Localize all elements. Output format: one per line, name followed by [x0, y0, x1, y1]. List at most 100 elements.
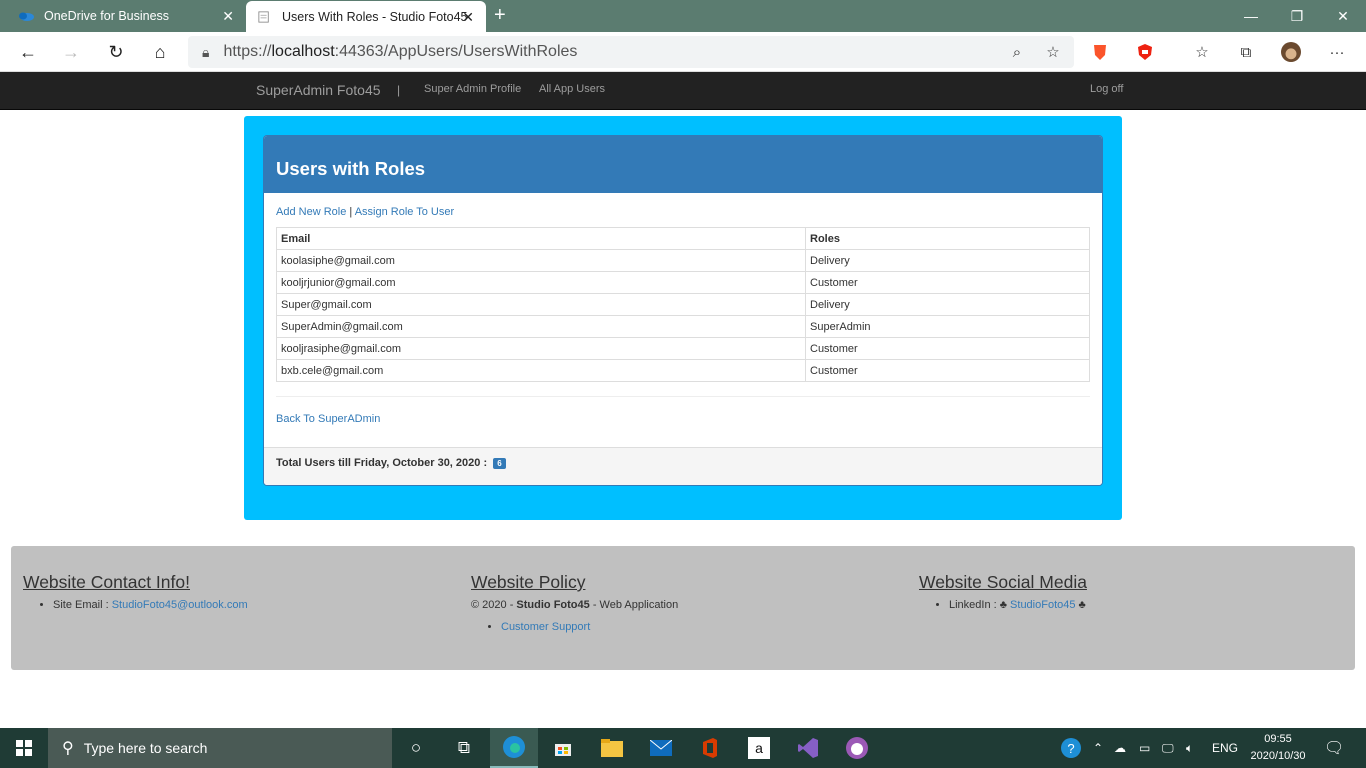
- cell-role: SuperAdmin: [805, 315, 1090, 338]
- table-row: Super@gmail.com Delivery: [276, 293, 1090, 316]
- back-arrow-icon[interactable]: ←: [16, 40, 40, 64]
- favorite-star-icon[interactable]: ☆: [1043, 42, 1063, 62]
- column-header-email: Email: [276, 227, 806, 250]
- panel-title: Users with Roles: [264, 136, 1102, 193]
- nav-super-admin-profile[interactable]: Super Admin Profile: [424, 83, 521, 95]
- cell-role: Customer: [805, 359, 1090, 382]
- content-container: Users with Roles Add New Role | Assign R…: [244, 116, 1122, 520]
- favorites-list-icon[interactable]: ☆: [1192, 42, 1212, 62]
- browser-title-bar: OneDrive for Business ✕ Users With Roles…: [0, 0, 1366, 33]
- divider: [276, 396, 1090, 397]
- table-row: bxb.cele@gmail.com Customer: [276, 359, 1090, 382]
- search-icon: ⚲: [62, 740, 74, 757]
- lock-icon: 🔒︎: [202, 43, 210, 60]
- github-desktop-icon[interactable]: [833, 728, 881, 768]
- table-row: SuperAdmin@gmail.com SuperAdmin: [276, 315, 1090, 338]
- amazon-icon[interactable]: a: [735, 728, 783, 768]
- refresh-icon[interactable]: ↻: [104, 40, 128, 64]
- nav-all-app-users[interactable]: All App Users: [539, 83, 605, 95]
- cell-email: kooljrasiphe@gmail.com: [276, 337, 806, 360]
- collections-icon[interactable]: ⧉: [1236, 42, 1256, 62]
- contact-heading: Website Contact Info!: [23, 572, 190, 592]
- adblock-shield-icon[interactable]: [1135, 42, 1155, 62]
- url-text: https://localhost:44363/AppUsers/UsersWi…: [223, 43, 578, 60]
- cell-role: Customer: [805, 337, 1090, 360]
- assign-role-link[interactable]: Assign Role To User: [355, 206, 454, 218]
- network-icon[interactable]: 🖵︎: [1162, 728, 1174, 768]
- copyright-text: © 2020 - Studio Foto45 - Web Application: [471, 599, 679, 611]
- site-footer: Website Contact Info! Site Email : Studi…: [11, 546, 1355, 670]
- logoff-link[interactable]: Log off: [1090, 83, 1123, 95]
- app-navbar: SuperAdmin Foto45 | Super Admin Profile …: [0, 72, 1366, 110]
- language-indicator[interactable]: ENG: [1212, 728, 1238, 768]
- table-row: kooljrjunior@gmail.com Customer: [276, 271, 1090, 294]
- new-tab-button[interactable]: +: [494, 4, 506, 27]
- forward-arrow-icon[interactable]: →: [59, 40, 83, 64]
- windows-taskbar: ⚲ Type here to search ○ ⧉ a ? ⌃ ☁ ▭ 🖵︎ 🔈…: [0, 728, 1366, 768]
- mail-icon[interactable]: [637, 728, 685, 768]
- cell-email: SuperAdmin@gmail.com: [276, 315, 806, 338]
- add-new-role-link[interactable]: Add New Role: [276, 206, 346, 218]
- visual-studio-icon[interactable]: [784, 728, 832, 768]
- close-tab-icon[interactable]: ✕: [222, 8, 234, 25]
- restore-icon[interactable]: ❐: [1274, 0, 1320, 32]
- svg-text:a: a: [755, 740, 763, 756]
- email-link[interactable]: StudioFoto45@outlook.com: [112, 599, 248, 611]
- customer-support-link[interactable]: Customer Support: [501, 621, 590, 633]
- table-row: kooljrasiphe@gmail.com Customer: [276, 337, 1090, 360]
- taskbar-search-box[interactable]: ⚲ Type here to search: [48, 728, 392, 768]
- footer-policy: Website Policy © 2020 - Studio Foto45 - …: [471, 572, 678, 643]
- office-icon[interactable]: [686, 728, 734, 768]
- url-field[interactable]: 🔒︎ https://localhost:44363/AppUsers/User…: [188, 36, 1074, 68]
- chevron-up-icon[interactable]: ⌃: [1093, 728, 1103, 768]
- club-icon: ♣: [999, 599, 1007, 611]
- battery-icon[interactable]: ▭: [1139, 728, 1150, 768]
- tab-title: Users With Roles - Studio Foto45: [282, 10, 468, 24]
- cell-email: Super@gmail.com: [276, 293, 806, 316]
- linkedin-item: LinkedIn : ♣ StudioFoto45 ♣: [949, 599, 1087, 611]
- minimize-icon[interactable]: —: [1228, 0, 1274, 32]
- close-window-icon[interactable]: ✕: [1320, 0, 1366, 32]
- system-clock[interactable]: 09:55 2020/10/30: [1246, 731, 1310, 765]
- linkedin-link[interactable]: StudioFoto45: [1010, 599, 1075, 611]
- total-users-text: Total Users till Friday, October 30, 202…: [276, 457, 488, 469]
- home-icon[interactable]: ⌂: [148, 40, 172, 64]
- notifications-icon[interactable]: 🗨︎: [1324, 728, 1344, 768]
- panel-actions: Add New Role | Assign Role To User: [276, 206, 1090, 218]
- profile-avatar[interactable]: [1281, 42, 1301, 62]
- back-to-superadmin-link[interactable]: Back To SuperADmin: [276, 413, 380, 425]
- user-count-badge: 6: [493, 457, 506, 469]
- cell-email: kooljrjunior@gmail.com: [276, 271, 806, 294]
- volume-icon[interactable]: 🔈︎: [1186, 728, 1193, 768]
- edge-browser-icon[interactable]: [490, 728, 538, 768]
- cell-email: bxb.cele@gmail.com: [276, 359, 806, 382]
- club-icon: ♣: [1078, 599, 1086, 611]
- cell-email: koolasiphe@gmail.com: [276, 249, 806, 272]
- store-icon[interactable]: [539, 728, 587, 768]
- close-tab-icon[interactable]: ✕: [462, 9, 474, 26]
- onedrive-tray-icon[interactable]: ☁: [1114, 728, 1126, 768]
- onedrive-cloud-icon: [19, 12, 34, 21]
- brand-link[interactable]: SuperAdmin Foto45: [256, 82, 381, 98]
- file-explorer-icon[interactable]: [588, 728, 636, 768]
- help-icon[interactable]: ?: [1060, 728, 1082, 768]
- panel-body: Add New Role | Assign Role To User Email…: [276, 206, 1090, 425]
- svg-text:?: ?: [1067, 741, 1074, 756]
- users-table: Email Roles koolasiphe@gmail.com Delivery…: [276, 227, 1090, 382]
- cell-role: Customer: [805, 271, 1090, 294]
- clock-date: 2020/10/30: [1250, 750, 1306, 762]
- social-heading: Website Social Media: [919, 572, 1087, 592]
- table-header-row: Email Roles: [276, 227, 1090, 250]
- more-options-icon[interactable]: ···: [1327, 42, 1347, 62]
- tab-users-with-roles[interactable]: Users With Roles - Studio Foto45 ✕: [246, 1, 486, 33]
- tab-onedrive[interactable]: OneDrive for Business ✕: [0, 0, 246, 32]
- table-row: koolasiphe@gmail.com Delivery: [276, 249, 1090, 272]
- extension-lion-icon[interactable]: [1090, 42, 1110, 62]
- tab-title: OneDrive for Business: [44, 9, 170, 23]
- task-view-icon[interactable]: ⧉: [440, 728, 488, 768]
- zoom-icon[interactable]: ⌕: [1007, 42, 1027, 62]
- windows-start-icon[interactable]: [0, 728, 48, 768]
- actions-separator: |: [349, 206, 353, 218]
- search-placeholder: Type here to search: [83, 740, 208, 756]
- cortana-icon[interactable]: ○: [392, 728, 440, 768]
